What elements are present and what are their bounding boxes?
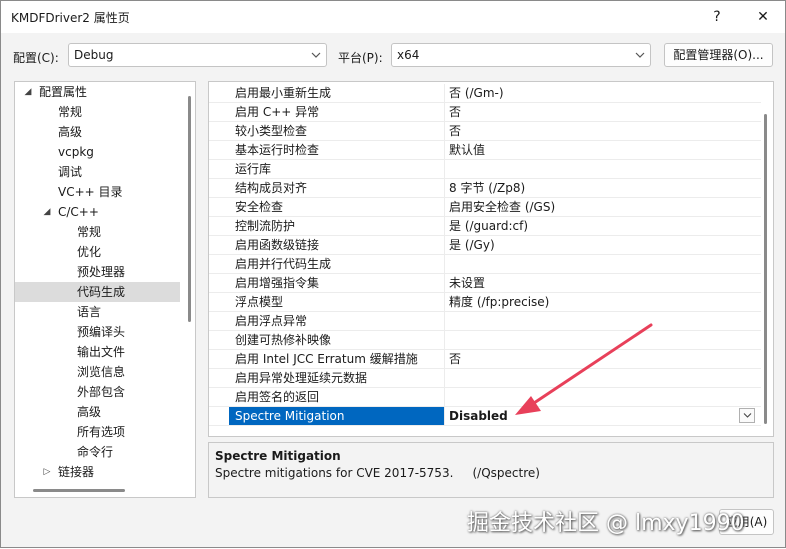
- description-text: Spectre mitigations for CVE 2017-5753. (…: [215, 466, 540, 480]
- description-panel: Spectre Mitigation Spectre mitigations f…: [208, 442, 774, 498]
- property-pages-window: KMDFDriver2 属性页 ? ✕ 配置(C): Debug 平台(P): …: [0, 0, 786, 548]
- watermark: 掘金技术社区 @ lmxy1990: [467, 511, 745, 536]
- description-title: Spectre Mitigation: [215, 449, 341, 463]
